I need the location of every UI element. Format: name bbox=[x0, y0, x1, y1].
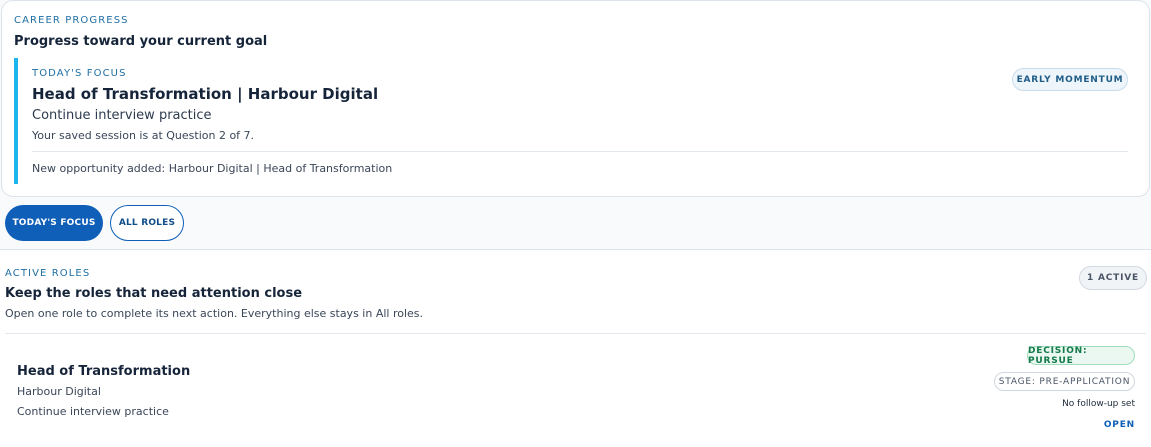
stage-badge: STAGE: PRE-APPLICATION bbox=[994, 372, 1135, 391]
tab-all-roles[interactable]: ALL ROLES bbox=[110, 205, 184, 241]
focus-role-title: Head of Transformation | Harbour Digital bbox=[32, 85, 379, 103]
career-progress-card: CAREER PROGRESS Progress toward your cur… bbox=[1, 0, 1150, 197]
role-company: Harbour Digital bbox=[17, 385, 101, 398]
role-title: Head of Transformation bbox=[17, 364, 191, 379]
active-roles-subtitle: Open one role to complete its next actio… bbox=[5, 307, 424, 320]
focus-divider bbox=[32, 151, 1128, 152]
open-role-link[interactable]: OPEN bbox=[1104, 420, 1135, 430]
role-card[interactable]: Head of Transformation Harbour Digital C… bbox=[5, 334, 1146, 447]
todays-focus-panel: TODAY'S FOCUS Head of Transformation | H… bbox=[14, 58, 1130, 184]
focus-next-action: Continue interview practice bbox=[32, 108, 212, 123]
active-roles-title: Keep the roles that need attention close bbox=[5, 286, 303, 301]
tab-todays-focus[interactable]: TODAY'S FOCUS bbox=[5, 205, 103, 241]
active-roles-section: ACTIVE ROLES Keep the roles that need at… bbox=[0, 250, 1151, 447]
decision-badge: DECISION: PURSUE bbox=[1027, 346, 1135, 366]
focus-eyebrow: TODAY'S FOCUS bbox=[32, 68, 127, 79]
focus-session-status: Your saved session is at Question 2 of 7… bbox=[32, 129, 255, 142]
career-progress-eyebrow: CAREER PROGRESS bbox=[14, 15, 129, 26]
momentum-badge: EARLY MOMENTUM bbox=[1012, 68, 1128, 91]
career-progress-title: Progress toward your current goal bbox=[14, 34, 268, 49]
followup-status: No follow-up set bbox=[1062, 399, 1135, 409]
role-next-action: Continue interview practice bbox=[17, 405, 169, 418]
active-count-badge: 1 ACTIVE bbox=[1079, 266, 1147, 290]
active-roles-eyebrow: ACTIVE ROLES bbox=[5, 268, 91, 279]
opportunity-note: New opportunity added: Harbour Digital |… bbox=[32, 162, 393, 175]
